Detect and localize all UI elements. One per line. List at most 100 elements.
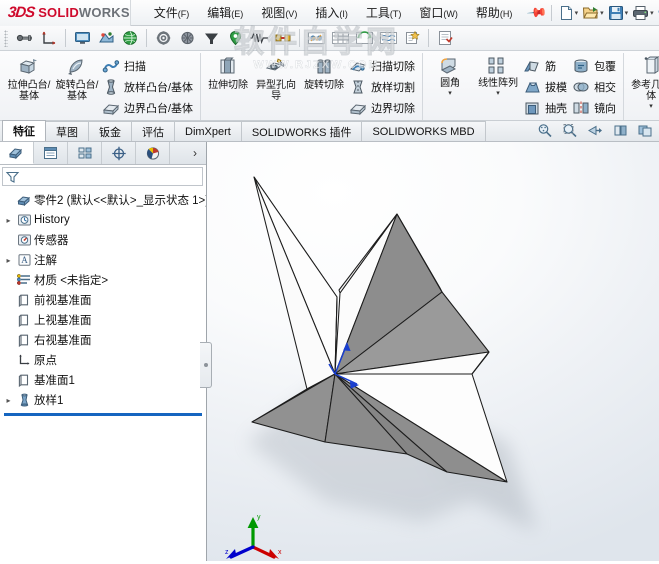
draft-button[interactable]: 拔模	[522, 76, 571, 97]
zoom-to-area-button[interactable]	[559, 120, 581, 141]
collapse-panel-handle[interactable]	[200, 342, 212, 388]
menu-tools[interactable]: 工具(T)	[357, 1, 411, 24]
display-screen-button[interactable]	[71, 28, 93, 49]
tree-item-front-plane-label: 前视基准面	[34, 292, 92, 308]
new-document-dropdown-caret[interactable]: ▾	[575, 9, 579, 17]
open-document-button[interactable]: ▾	[580, 4, 606, 22]
tab-sheetmetal[interactable]: 钣金	[88, 121, 132, 141]
tree-item-sensors[interactable]: 传感器	[2, 230, 206, 250]
tree-item-plane1[interactable]: 基准面1	[2, 370, 206, 390]
appearance-button[interactable]	[176, 28, 198, 49]
zoom-in-out-button[interactable]	[584, 120, 606, 141]
feature-tree-tab[interactable]	[0, 142, 34, 164]
origin-icon	[15, 353, 34, 367]
motion-button[interactable]	[353, 28, 375, 49]
tree-root-part[interactable]: 零件2 (默认<<默认>_显示状态 1>)	[2, 190, 206, 210]
print-button[interactable]: ▾	[630, 4, 656, 22]
menu-window[interactable]: 窗口(W)	[410, 1, 467, 24]
table-button[interactable]	[329, 28, 351, 49]
mirror-button[interactable]: 镜向	[571, 97, 620, 118]
select-filter-button[interactable]	[14, 28, 36, 49]
tab-features[interactable]: 特征	[2, 120, 46, 141]
hole-wizard-button[interactable]: 异型孔向导	[252, 54, 300, 104]
rollback-bar[interactable]	[4, 413, 202, 416]
open-document-dropdown-caret[interactable]: ▾	[600, 9, 604, 17]
boundary-boss-button[interactable]: 边界凸台/基体	[101, 97, 197, 118]
simulation-button[interactable]	[305, 28, 327, 49]
sweep-cut-button[interactable]: 扫描切除	[348, 55, 419, 76]
loft-cut-label: 放样切割	[371, 79, 415, 95]
rib-button[interactable]: 筋	[522, 55, 571, 76]
wrap-button[interactable]: 包覆	[571, 55, 620, 76]
history-expander[interactable]: ▸	[2, 216, 15, 225]
revolve-cut-icon	[311, 56, 337, 78]
tree-item-origin[interactable]: 原点	[2, 350, 206, 370]
zoom-to-fit-button[interactable]	[534, 120, 556, 141]
shell-button[interactable]: 抽壳	[522, 97, 571, 118]
tree-item-material[interactable]: 材质 <未指定>	[2, 270, 206, 290]
loft-boss-button[interactable]: 放样凸台/基体	[101, 76, 197, 97]
linear-pattern-dropdown-caret[interactable]: ▾	[496, 89, 500, 97]
scene-button[interactable]	[200, 28, 222, 49]
tab-evaluate[interactable]: 评估	[131, 121, 175, 141]
loft1-expander[interactable]: ▸	[2, 396, 15, 405]
tree-item-annotations[interactable]: ▸ A 注解	[2, 250, 206, 270]
toolbar-grip[interactable]	[4, 30, 8, 47]
graphics-viewport[interactable]: y x z	[207, 142, 659, 561]
chevron-right-icon[interactable]: ›	[184, 142, 206, 164]
undo-button[interactable]	[656, 4, 659, 22]
feature-tree-filter[interactable]	[2, 167, 203, 186]
new-document-button[interactable]: ▾	[557, 4, 581, 22]
new-study-button[interactable]	[401, 28, 423, 49]
display-manager-tab[interactable]	[136, 142, 170, 164]
report-button[interactable]	[434, 28, 456, 49]
menu-view[interactable]: 视图(V)	[252, 1, 306, 24]
feature-tree-filter-input[interactable]	[20, 170, 202, 184]
section-view-toolbar-button[interactable]	[609, 120, 631, 141]
tab-dimxpert[interactable]: DimXpert	[174, 121, 242, 141]
dimxpert-manager-tab[interactable]	[102, 142, 136, 164]
save-dropdown-caret[interactable]: ▾	[625, 9, 629, 17]
fillet-button[interactable]: 圆角 ▾	[426, 54, 474, 99]
revolve-cut-button[interactable]: 旋转切除	[300, 54, 348, 93]
globe-button[interactable]	[119, 28, 141, 49]
reference-geometry-button[interactable]: 参考几何体 ▾	[627, 54, 659, 112]
weldment-button[interactable]	[272, 28, 294, 49]
extrude-boss-button[interactable]: 拉伸凸台/基体	[5, 54, 53, 104]
menu-help[interactable]: 帮助(H)	[467, 1, 522, 24]
tree-item-right-plane[interactable]: 右视基准面	[2, 330, 206, 350]
spring-button[interactable]	[248, 28, 270, 49]
loft-cut-button[interactable]: 放样切割	[348, 76, 419, 97]
options-button[interactable]	[152, 28, 174, 49]
menu-edit[interactable]: 编辑(E)	[198, 1, 252, 24]
extrude-cut-icon	[215, 56, 241, 78]
property-manager-tab[interactable]	[34, 142, 68, 164]
tree-item-top-plane[interactable]: 上视基准面	[2, 310, 206, 330]
intersect-button[interactable]: 相交	[571, 76, 620, 97]
measure-button[interactable]	[38, 28, 60, 49]
material-icon	[15, 273, 34, 287]
flow-button[interactable]	[377, 28, 399, 49]
boundary-cut-button[interactable]: 边界切除	[348, 97, 419, 118]
print-dropdown-caret[interactable]: ▾	[650, 9, 654, 17]
menu-file[interactable]: 文件(F)	[145, 1, 199, 24]
section-view-button[interactable]	[95, 28, 117, 49]
tab-solidworks-mbd[interactable]: SOLIDWORKS MBD	[361, 121, 485, 141]
configuration-manager-tab[interactable]	[68, 142, 102, 164]
sweep-button[interactable]: 扫描	[101, 55, 197, 76]
tree-item-history[interactable]: ▸ History	[2, 210, 206, 230]
fillet-dropdown-caret[interactable]: ▾	[448, 89, 452, 97]
tab-solidworks-addins[interactable]: SOLIDWORKS 插件	[241, 121, 363, 141]
view-orientation-button[interactable]	[634, 120, 656, 141]
save-button[interactable]: ▾	[606, 4, 631, 22]
light-marker-button[interactable]	[224, 28, 246, 49]
annotations-expander[interactable]: ▸	[2, 256, 15, 265]
tree-item-loft1[interactable]: ▸ 放样1	[2, 390, 206, 410]
tree-item-front-plane[interactable]: 前视基准面	[2, 290, 206, 310]
menu-insert[interactable]: 插入(I)	[306, 1, 357, 24]
linear-pattern-button[interactable]: 线性阵列 ▾	[474, 54, 522, 99]
extrude-cut-button[interactable]: 拉伸切除	[204, 54, 252, 93]
reference-geometry-dropdown-caret[interactable]: ▾	[649, 102, 653, 110]
tab-sketch[interactable]: 草图	[45, 121, 89, 141]
revolve-boss-button[interactable]: 旋转凸台/基体	[53, 54, 101, 104]
